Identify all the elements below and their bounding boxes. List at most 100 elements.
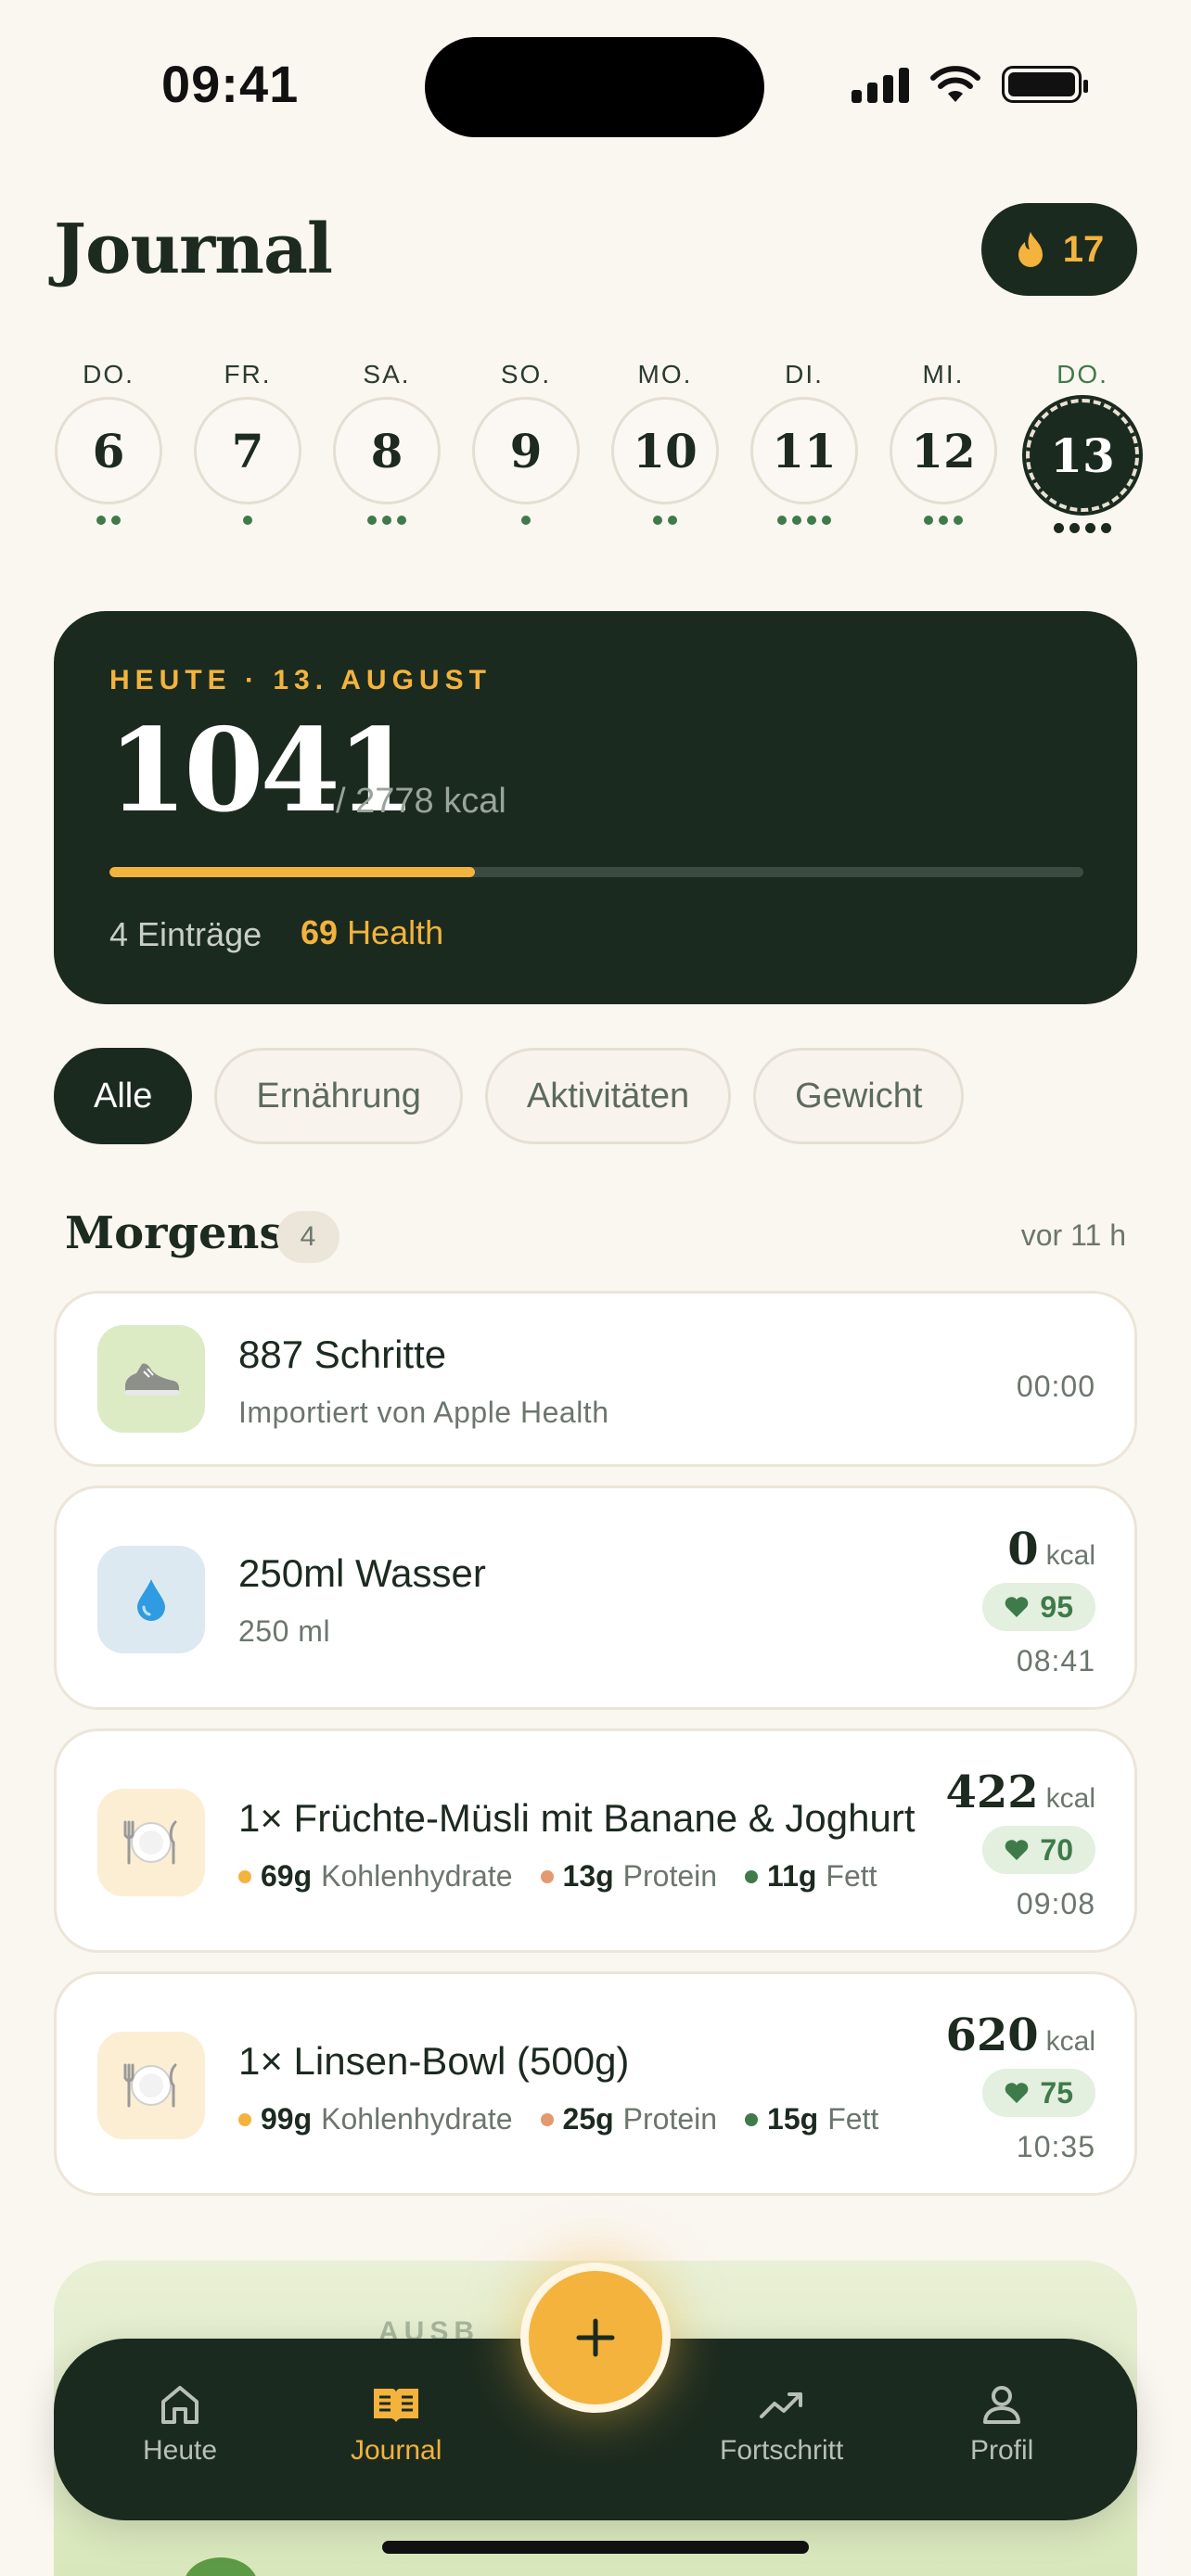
health-score-badge: 95 [982,1583,1095,1631]
day-label: SO. [500,360,552,389]
entry-time: 08:41 [1016,1644,1095,1677]
filter-chip-nutrition[interactable]: Ernährung [214,1048,463,1144]
filter-chips: Alle Ernährung Aktivitäten Gewicht [54,1048,965,1144]
macro-label: Fett [827,2102,879,2136]
streak-count: 17 [1062,228,1105,270]
health-score-badge: 75 [982,2069,1095,2117]
nav-item-heute[interactable]: Heute [143,2383,217,2467]
entry-subtitle: Importiert von Apple Health [238,1396,609,1429]
filter-chip-all[interactable]: Alle [54,1048,193,1144]
filter-chip-weight[interactable]: Gewicht [753,1048,965,1144]
flame-icon [1018,232,1043,267]
trend-icon [759,2392,802,2418]
dynamic-island [425,37,764,137]
entry-dots [1054,523,1111,536]
week-strip: DO. 6 FR. 7 SA. 8 SO. 9 MO. 10 DI. 11 MI… [54,360,1143,536]
journal-entry[interactable]: 1× Linsen-Bowl (500g) 99g Kohlenhydrate 2… [54,1971,1137,2196]
sneaker-icon [97,1325,205,1433]
macro-fat: 11g Fett [745,1859,877,1894]
nav-item-profil[interactable]: Profil [970,2383,1033,2467]
day-label: DI. [785,360,824,389]
macro-protein: 13g Protein [540,1859,718,1894]
wifi-icon [930,66,980,102]
kcal-value: 422 [945,1766,1039,1818]
day-number[interactable]: 13 [1022,395,1143,516]
add-entry-fab[interactable] [529,2271,662,2404]
kcal-unit: kcal [1045,1540,1095,1571]
entry-meta: 620 kcal 75 10:35 [945,2009,1095,2164]
health-score-badge: 70 [982,1826,1095,1874]
entry-dots [521,516,531,529]
macro-value: 69g [261,1859,313,1893]
macro-fat: 15g Fett [745,2102,878,2136]
section-count-badge: 4 [276,1211,339,1263]
plus-icon [576,2318,615,2357]
day-number[interactable]: 8 [333,397,441,504]
macro-value: 25g [562,2102,614,2136]
add-entry-button[interactable] [520,2263,671,2413]
section-title: Morgens [65,1207,285,1259]
day-item[interactable]: SO. 9 [471,360,581,536]
entry-time: 10:35 [1016,2130,1095,2163]
entry-title: 887 Schritte [238,1333,447,1376]
status-icons [852,65,1088,104]
entry-kcal: 0 kcal [1007,1524,1095,1575]
health-score: 70 [1040,1832,1073,1867]
day-number[interactable]: 9 [472,397,580,504]
day-number[interactable]: 10 [611,397,719,504]
journal-entry[interactable]: 1× Früchte-Müsli mit Banane & Joghurt 69… [54,1728,1137,1953]
entry-dots [367,516,406,529]
day-item[interactable]: SA. 8 [332,360,442,536]
day-label: DO. [83,360,134,389]
entry-dots [924,516,963,529]
book-icon [374,2389,419,2422]
calorie-progress-bar [109,867,1083,877]
kcal-unit: kcal [1045,1783,1095,1814]
nav-label: Heute [143,2435,218,2466]
macro-list: 69g Kohlenhydrate 13g Protein 11g Fett [238,1859,877,1894]
kcal-value: 620 [945,2009,1039,2061]
entry-kcal: 422 kcal [945,1766,1095,1818]
day-item[interactable]: MI. 12 [889,360,998,536]
plate-icon [97,2032,205,2139]
nav-label: Fortschritt [720,2435,844,2466]
heart-icon [1005,1840,1029,1860]
day-item[interactable]: DI. 11 [749,360,859,536]
day-number[interactable]: 6 [55,397,162,504]
plate-icon [97,1789,205,1896]
journal-entry[interactable]: 887 Schritte Importiert von Apple Health… [54,1291,1137,1467]
day-number[interactable]: 7 [194,397,301,504]
macro-label: Protein [622,2102,718,2136]
macro-carbs: 69g Kohlenhydrate [238,1859,513,1894]
summary-health: 69 Health [301,913,443,952]
calorie-progress-fill [109,867,475,877]
macro-carbs: 99g Kohlenhydrate [238,2102,513,2136]
entry-dots [96,516,121,529]
filter-chip-activities[interactable]: Aktivitäten [484,1048,732,1144]
home-icon [161,2386,199,2424]
day-number[interactable]: 11 [750,397,858,504]
day-number[interactable]: 12 [890,397,997,504]
day-item-selected[interactable]: DO. 13 [1022,360,1143,536]
entry-meta: 00:00 [1017,1370,1095,1404]
entry-title: 1× Linsen-Bowl (500g) [238,2039,630,2083]
page-title: Journal [54,210,333,289]
journal-entry[interactable]: 250ml Wasser 250 ml 0 kcal 95 08:41 [54,1486,1137,1710]
day-item[interactable]: FR. 7 [193,360,302,536]
day-item[interactable]: MO. 10 [610,360,720,536]
entry-time: 09:08 [1016,1887,1095,1920]
day-item[interactable]: DO. 6 [54,360,163,536]
nav-label: Journal [351,2435,442,2466]
health-score: 95 [1040,1589,1073,1624]
status-bar: 09:41 [0,0,1191,176]
summary-health-label: Health [347,913,444,951]
streak-badge[interactable]: 17 [981,203,1137,296]
nav-item-journal[interactable]: Journal [351,2383,442,2467]
macro-label: Protein [622,1859,718,1893]
nav-item-fortschritt[interactable]: Fortschritt [720,2383,843,2467]
macro-label: Fett [826,1859,877,1893]
summary-date: HEUTE · 13. AUGUST [109,665,492,695]
heart-icon [1005,2083,1029,2103]
heart-icon [1005,1597,1029,1617]
entry-time: 00:00 [1016,1370,1095,1403]
